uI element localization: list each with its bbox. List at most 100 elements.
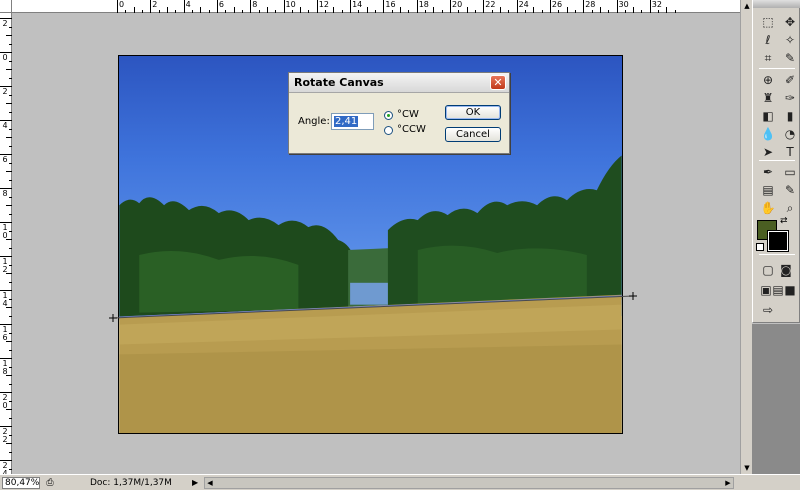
ruler-minor-tick — [9, 43, 12, 45]
ruler-tick — [549, 0, 551, 13]
ruler-minor-tick — [608, 10, 610, 13]
ruler-label: 16 — [385, 0, 396, 9]
ruler-label: 2 — [2, 19, 8, 28]
path-selection-icon[interactable]: ➤ — [759, 144, 777, 160]
ruler-minor-tick — [308, 10, 310, 13]
dialog-title-bar[interactable]: Rotate Canvas ✕ — [289, 73, 509, 93]
ruler-minor-tick — [141, 10, 143, 13]
ruler-minor-tick — [266, 7, 268, 13]
ruler-origin[interactable] — [0, 0, 12, 13]
ruler-minor-tick — [375, 10, 377, 13]
ruler-minor-tick — [241, 10, 243, 13]
scroll-left-icon[interactable]: ◀ — [205, 478, 215, 488]
standard-mode-icon[interactable]: ▢ — [761, 262, 775, 278]
status-menu-arrow-icon[interactable]: ▶ — [192, 477, 202, 489]
ruler-minor-tick — [333, 7, 335, 13]
ruler-minor-tick — [6, 171, 12, 172]
slice-icon[interactable]: ✎ — [781, 50, 799, 66]
horizontal-ruler[interactable]: 0 2 4 6 8 10 12 14 16 18 20 22 24 26 28 30 32 — [12, 0, 740, 13]
type-icon[interactable]: T — [781, 144, 799, 160]
ruler-minor-tick — [9, 111, 12, 113]
ruler-minor-tick — [6, 137, 12, 138]
dodge-icon[interactable]: ◔ — [781, 126, 799, 142]
scroll-down-icon[interactable]: ▼ — [742, 462, 752, 474]
marquee-icon[interactable]: ⬚ — [759, 14, 777, 30]
ruler-minor-tick — [9, 366, 12, 368]
history-brush-icon[interactable]: ✑ — [781, 90, 799, 106]
ruler-minor-tick — [9, 94, 12, 96]
ruler-minor-tick — [6, 443, 12, 444]
hand-icon[interactable]: ✋ — [759, 200, 777, 216]
ruler-minor-tick — [491, 10, 493, 13]
clone-stamp-icon[interactable]: ♜ — [759, 90, 777, 106]
ruler-tick — [183, 0, 185, 13]
healing-brush-icon[interactable]: ⊕ — [759, 72, 777, 88]
scroll-right-icon[interactable]: ▶ — [723, 478, 733, 488]
ruler-minor-tick — [658, 10, 660, 13]
ruler-minor-tick — [9, 213, 12, 215]
ruler-tick — [117, 0, 118, 13]
ruler-tick — [316, 0, 318, 13]
ruler-label: 2 0 — [2, 393, 8, 410]
ccw-radio[interactable] — [384, 126, 393, 135]
cw-label: °CW — [397, 109, 419, 120]
ruler-minor-tick — [9, 264, 12, 266]
screen-mode-full-icon[interactable]: ■ — [783, 282, 797, 298]
ruler-minor-tick — [6, 35, 12, 36]
ruler-tick — [150, 0, 152, 13]
ruler-minor-tick — [9, 26, 12, 28]
zoom-field[interactable]: 80,47% — [2, 477, 40, 489]
quick-mask-icon[interactable]: ◙ — [779, 262, 793, 278]
ruler-minor-tick — [166, 7, 168, 13]
notes-icon[interactable]: ▤ — [759, 182, 777, 198]
toolbox-separator — [759, 254, 795, 255]
ruler-minor-tick — [558, 10, 560, 13]
dialog-title: Rotate Canvas — [294, 76, 384, 89]
eyedropper-icon[interactable]: ✎ — [781, 182, 799, 198]
ruler-minor-tick — [408, 10, 410, 13]
ruler-minor-tick — [175, 10, 177, 13]
vertical-ruler[interactable]: 2024681 01 21 41 61 82 02 22 4 — [0, 13, 12, 487]
ruler-minor-tick — [208, 10, 210, 13]
ok-button[interactable]: OK — [445, 105, 501, 120]
shape-icon[interactable]: ▭ — [781, 164, 799, 180]
lasso-icon[interactable]: ℓ — [759, 32, 777, 48]
ruler-minor-tick — [9, 332, 12, 334]
ruler-minor-tick — [325, 10, 327, 13]
crop-icon[interactable]: ⌗ — [759, 50, 777, 66]
document-workspace[interactable]: 0 2 4 6 8 10 12 14 16 18 20 22 24 26 28 30 32 2024681 01… — [0, 0, 740, 487]
ruler-tick — [250, 0, 252, 13]
measure-tool-overlay[interactable] — [108, 290, 638, 325]
ruler-minor-tick — [674, 10, 676, 13]
ruler-minor-tick — [225, 10, 227, 13]
imageready-icon[interactable]: ⇨ — [761, 302, 775, 318]
angle-input[interactable]: 2,41 — [331, 113, 374, 130]
blur-icon[interactable]: 💧 — [759, 126, 777, 142]
brush-icon[interactable]: ✐ — [781, 72, 799, 88]
magic-wand-icon[interactable]: ✧ — [781, 32, 799, 48]
vertical-scrollbar[interactable]: ▲ ▼ — [740, 0, 752, 474]
move-icon[interactable]: ✥ — [781, 14, 799, 30]
background-color-swatch[interactable] — [767, 230, 789, 252]
eraser-icon[interactable]: ◧ — [759, 108, 777, 124]
ruler-minor-tick — [641, 10, 643, 13]
ruler-tick — [616, 0, 618, 13]
ruler-minor-tick — [9, 281, 12, 283]
scroll-up-icon[interactable]: ▲ — [742, 0, 752, 12]
default-colors-icon[interactable] — [756, 243, 764, 251]
ruler-label: 1 2 — [2, 257, 8, 274]
cw-radio[interactable] — [384, 111, 393, 120]
pen-icon[interactable]: ✒ — [759, 164, 777, 180]
ruler-minor-tick — [633, 7, 635, 13]
palette-grip[interactable] — [753, 0, 800, 8]
ruler-minor-tick — [541, 10, 543, 13]
horizontal-scrollbar[interactable]: ◀ ▶ — [204, 477, 734, 489]
swap-colors-icon[interactable]: ⇄ — [780, 216, 788, 226]
gradient-icon[interactable]: ▮ — [781, 108, 799, 124]
zoom-icon[interactable]: ⌕ — [781, 200, 799, 216]
ruler-minor-tick — [9, 417, 12, 419]
status-info-icon[interactable]: ⎙ — [44, 477, 56, 489]
ruler-label: 6 — [2, 155, 8, 164]
cancel-button[interactable]: Cancel — [445, 127, 501, 142]
close-icon[interactable]: ✕ — [490, 75, 506, 90]
